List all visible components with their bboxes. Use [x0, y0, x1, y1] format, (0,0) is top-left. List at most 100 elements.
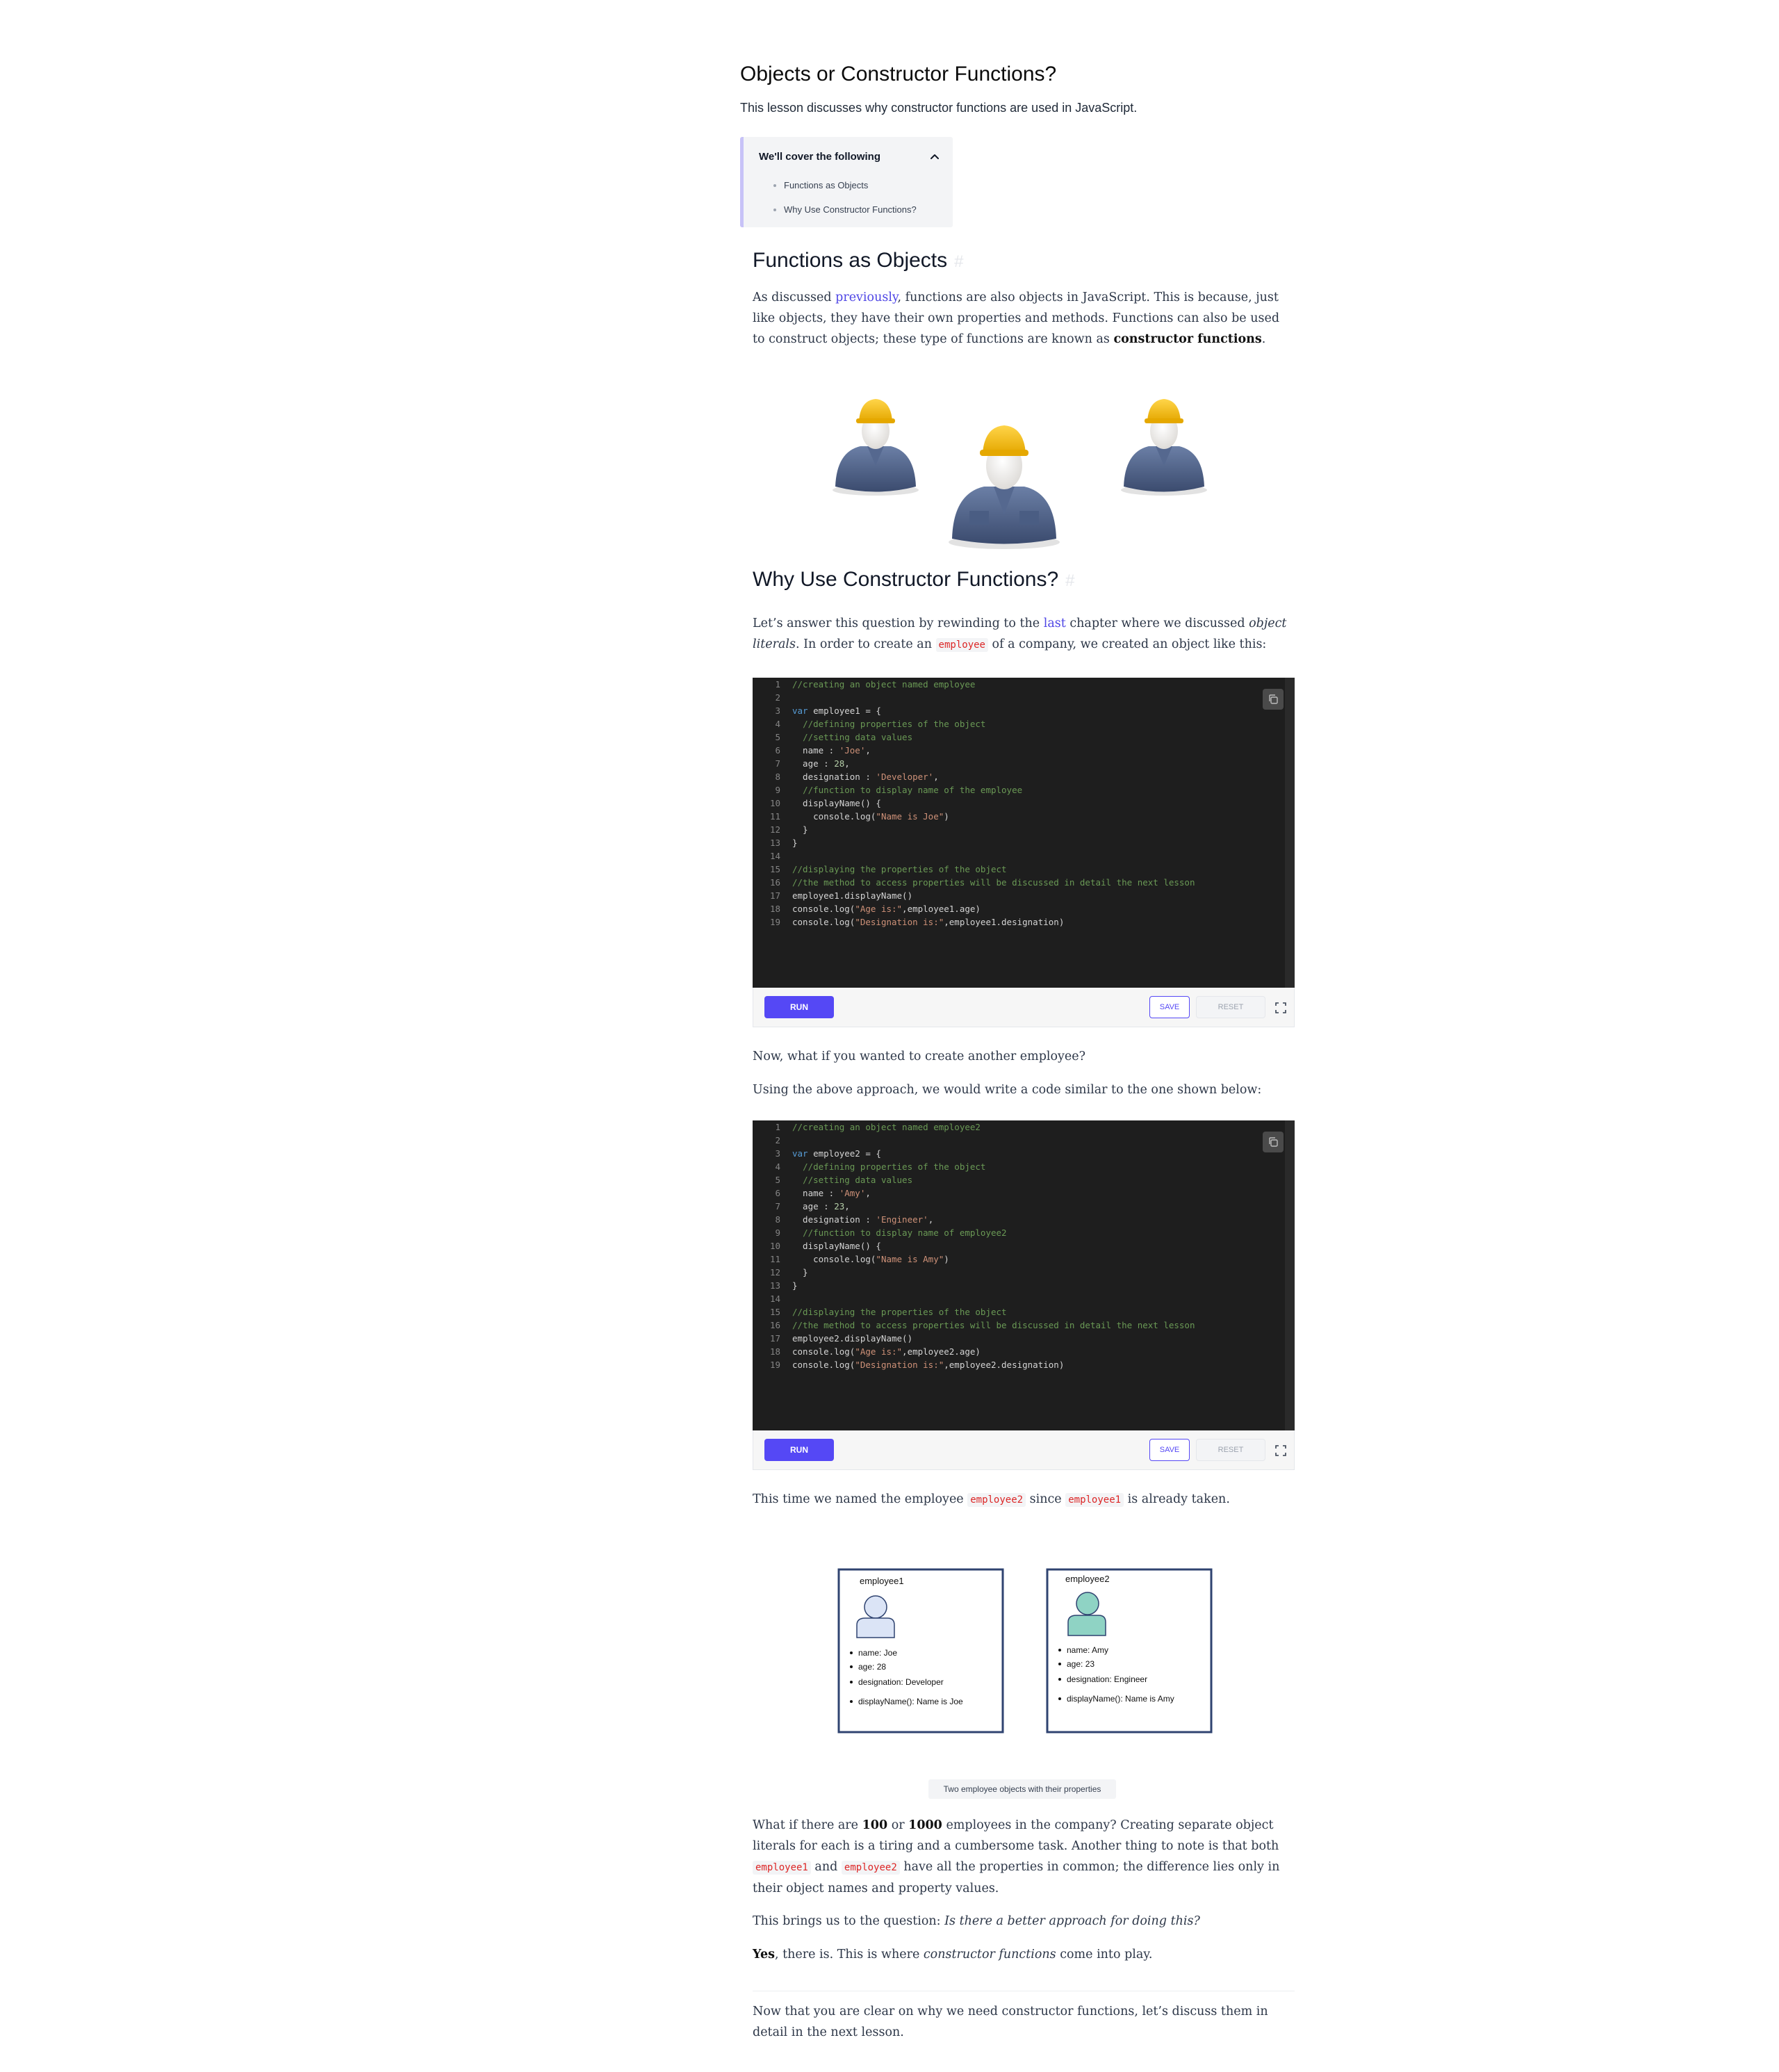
line-number: 2: [775, 1135, 780, 1145]
line-number: 5: [775, 732, 780, 742]
diagram-caption: Two employee objects with their properti…: [928, 1779, 1116, 1799]
editor-toolbar: RUN SAVE RESET: [753, 1430, 1295, 1470]
toc-list: Functions as Objects Why Use Constructor…: [773, 173, 917, 222]
copy-icon: [1269, 1137, 1278, 1147]
code-text: //setting data values: [803, 1175, 913, 1185]
code-line: 5 //setting data values: [753, 1173, 1195, 1186]
code-text: var employee2 = {: [792, 1148, 881, 1159]
employee2-prop-designation: designation: Engineer: [1067, 1674, 1147, 1684]
code-lines: 1 //creating an object named employee2 2 3 v…: [753, 1120, 1195, 1371]
copy-icon: [1269, 694, 1278, 704]
code-line: 15 //displaying the properties of the obj…: [753, 863, 1195, 876]
code-text: console.log("Age is:",employee2.age): [792, 1346, 981, 1357]
link-previously[interactable]: previously: [835, 291, 897, 304]
anchor-link-icon[interactable]: #: [1065, 571, 1074, 590]
employee1-card: employee1 name: Joe age: 28 designation:…: [837, 1568, 1004, 1734]
line-number: 5: [775, 1175, 780, 1185]
code-text: designation : 'Engineer',: [792, 1214, 934, 1225]
paragraph-functions-as-objects: As discussed previously, functions are a…: [753, 291, 1280, 346]
page-subtitle: This lesson discusses why constructor fu…: [740, 101, 1138, 115]
code-line: 14: [753, 849, 1195, 863]
line-number: 3: [775, 705, 780, 716]
line-number: 14: [769, 851, 780, 861]
code-text: }: [792, 838, 798, 848]
code-line: 1 //creating an object named employee: [753, 678, 1195, 691]
reset-button[interactable]: RESET: [1196, 1439, 1265, 1461]
employee2-prop-age: age: 23: [1067, 1659, 1095, 1669]
line-number: 19: [769, 1360, 780, 1370]
code-text: console.log("Name is Joe"): [792, 811, 949, 822]
paragraph-next-lesson: Now that you are clear on why we need co…: [753, 2005, 1268, 2039]
inline-code: employee1: [1065, 1493, 1124, 1507]
paragraph-another-employee: Now, what if you wanted to create anothe…: [753, 1050, 1086, 1063]
employee1-prop-displayname: displayName(): Name is Joe: [858, 1697, 963, 1706]
paragraph-100-or-1000: What if there are 100 or 1000 employees …: [753, 1818, 1280, 1895]
line-number: 9: [775, 785, 780, 795]
line-number: 4: [775, 719, 780, 729]
anchor-link-icon[interactable]: #: [954, 252, 963, 271]
inline-code: employee: [935, 638, 988, 652]
copy-code-button[interactable]: [1263, 689, 1284, 710]
line-number: 3: [775, 1148, 780, 1159]
code-text: designation : 'Developer',: [792, 772, 939, 782]
line-number: 7: [775, 1201, 780, 1212]
paragraph-better-approach: This brings us to the question: Is there…: [753, 1914, 1200, 1928]
code-text: age : 28,: [792, 758, 850, 769]
code-line: 9 //function to display name of the empl…: [753, 783, 1195, 797]
chevron-up-icon[interactable]: [928, 149, 942, 163]
employee2-avatar-head: [1076, 1592, 1099, 1615]
code-area[interactable]: 1 //creating an object named employee 2 3 va…: [753, 678, 1295, 988]
code-lines: 1 //creating an object named employee 2 3 va…: [753, 678, 1195, 929]
paragraph-above-approach: Using the above approach, we would write…: [753, 1083, 1262, 1097]
code-text: //the method to access properties will b…: [792, 877, 1195, 888]
code-line: 4 //defining properties of the object: [753, 717, 1195, 731]
code-line: 17 employee1.displayName(): [753, 889, 1195, 902]
fullscreen-icon[interactable]: [1274, 1002, 1287, 1014]
paragraph-yes-there-is: Yes, there is. This is where constructor…: [753, 1948, 1153, 1961]
line-number: 6: [775, 1188, 780, 1198]
code-line: 12 }: [753, 823, 1195, 836]
run-button[interactable]: RUN: [764, 996, 834, 1018]
code-line: 13}: [753, 1279, 1195, 1292]
code-line: 5 //setting data values: [753, 731, 1195, 744]
line-number: 17: [769, 1333, 780, 1344]
fullscreen-icon[interactable]: [1274, 1444, 1287, 1457]
code-text: //function to display name of the employ…: [803, 785, 1023, 795]
employee2-prop-name: name: Amy: [1067, 1645, 1108, 1655]
worker-figure-center: [949, 425, 1060, 549]
code-text: }: [792, 1280, 798, 1291]
copy-code-button[interactable]: [1263, 1132, 1284, 1152]
employee1-prop-age: age: 28: [858, 1662, 886, 1672]
code-line: 8 designation : 'Engineer',: [753, 1213, 1195, 1226]
line-number: 12: [769, 1267, 780, 1278]
code-text: console.log("Designation is:",employee1.…: [792, 917, 1065, 927]
code-line: 13}: [753, 836, 1195, 849]
code-editor-employee2: 1 //creating an object named employee2 2 3 v…: [753, 1120, 1295, 1470]
employee1-avatar-body: [856, 1617, 895, 1638]
code-line: 3 var employee2 = {: [753, 1147, 1195, 1160]
scrollbar[interactable]: [1285, 1120, 1295, 1430]
code-line: 6 name : 'Joe',: [753, 744, 1195, 757]
reset-button[interactable]: RESET: [1196, 996, 1265, 1018]
code-line: 1 //creating an object named employee2: [753, 1120, 1195, 1134]
code-area[interactable]: 1 //creating an object named employee2 2 3 v…: [753, 1120, 1295, 1430]
code-text: //defining properties of the object: [803, 719, 986, 729]
employee2-prop-displayname: displayName(): Name is Amy: [1067, 1694, 1174, 1704]
code-line: 9 //function to display name of employee…: [753, 1226, 1195, 1239]
save-button[interactable]: SAVE: [1149, 1439, 1190, 1461]
line-number: 15: [769, 1307, 780, 1317]
code-line: 15 //displaying the properties of the obj…: [753, 1305, 1195, 1319]
construction-workers-illustration: [833, 399, 1207, 549]
line-number: 13: [769, 838, 780, 848]
save-button[interactable]: SAVE: [1149, 996, 1190, 1018]
toc-item-why-constructor-functions[interactable]: Why Use Constructor Functions?: [773, 197, 917, 222]
code-text: //creating an object named employee: [792, 679, 976, 690]
scrollbar[interactable]: [1285, 678, 1295, 988]
run-button[interactable]: RUN: [764, 1439, 834, 1461]
line-number: 16: [769, 877, 780, 888]
toc-item-functions-as-objects[interactable]: Functions as Objects: [773, 173, 917, 197]
code-text: age : 23,: [792, 1201, 850, 1212]
employee1-title: employee1: [860, 1576, 904, 1586]
code-line: 16 //the method to access properties will…: [753, 876, 1195, 889]
link-last[interactable]: last: [1044, 617, 1066, 630]
